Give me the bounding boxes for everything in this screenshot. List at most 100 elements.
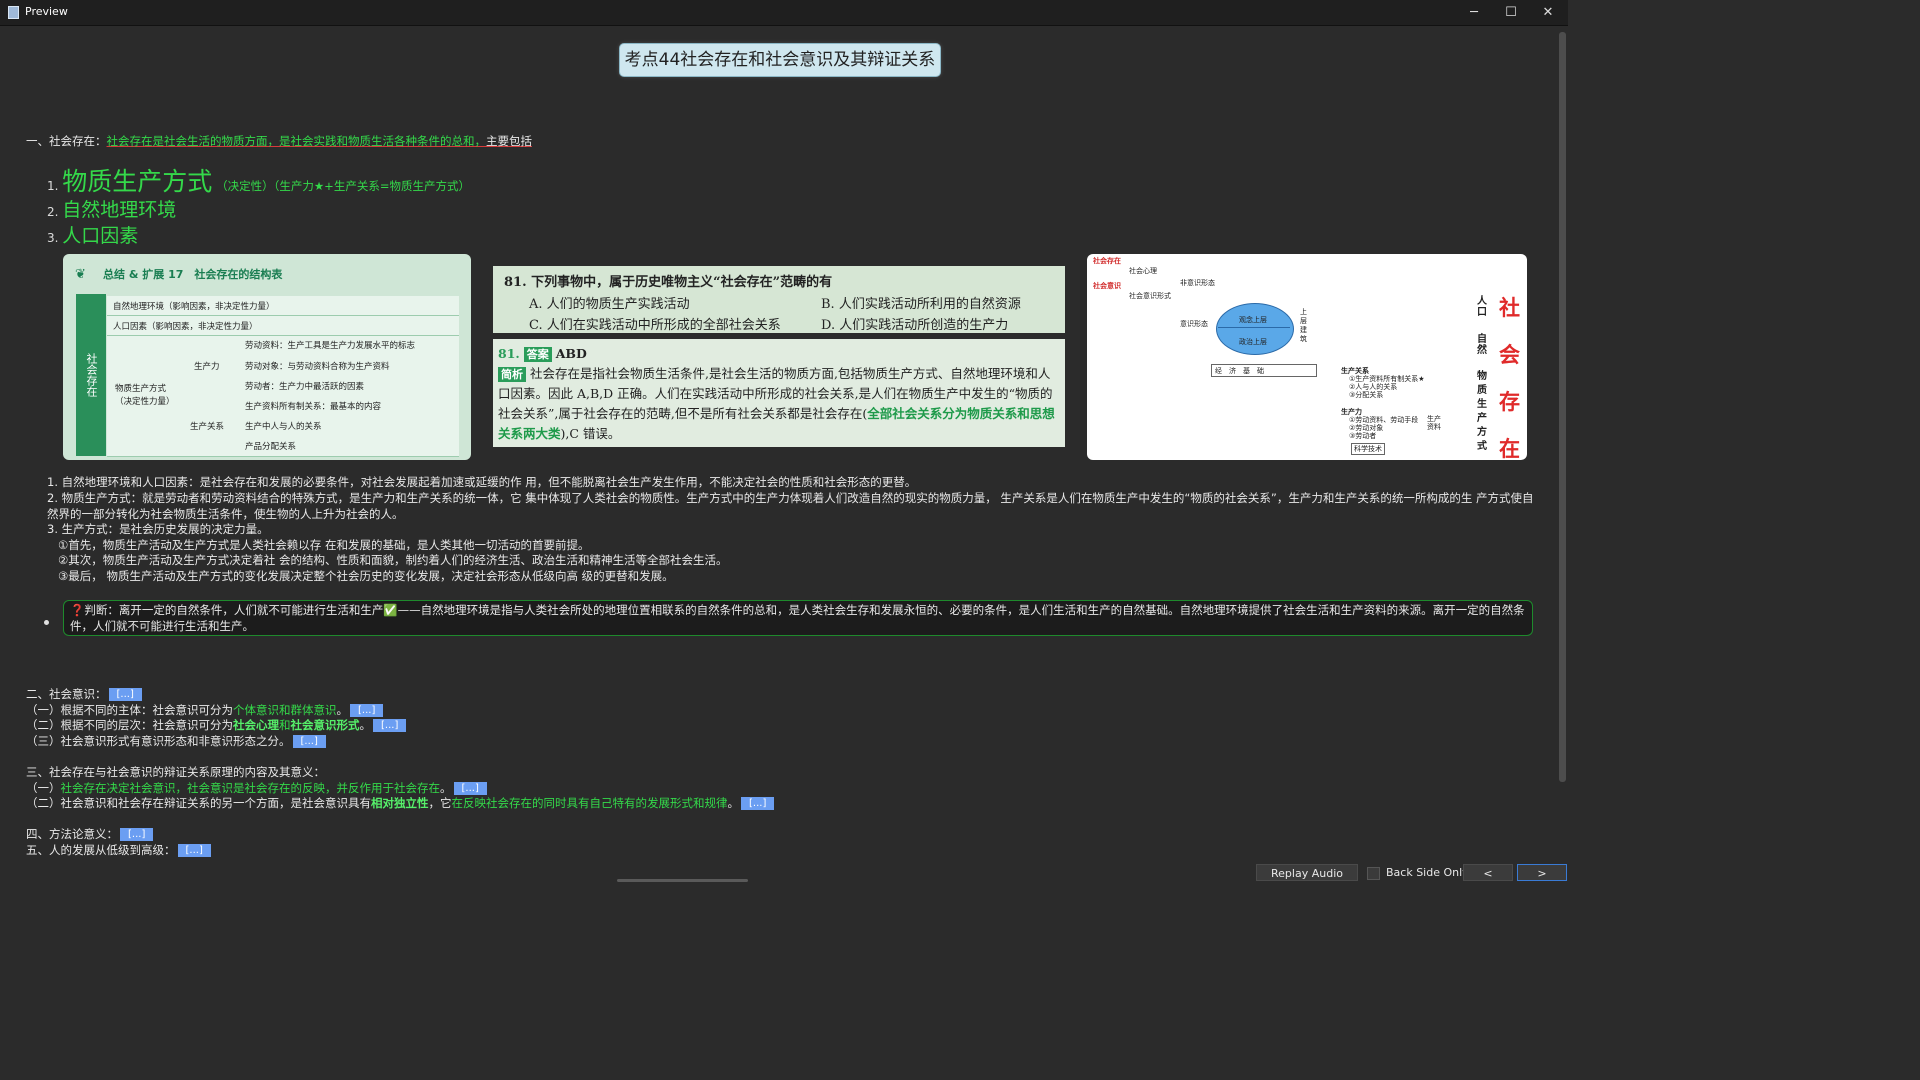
table-cell: 生产力 [194, 362, 220, 372]
diagram-label: 社会意识形式 [1129, 292, 1171, 300]
leaf-icon: ❦ [75, 267, 86, 282]
diagram-big-char: 社 [1499, 296, 1520, 320]
table-title: 总结 & 扩展 17 社会存在的结构表 [103, 268, 283, 281]
section5-line: 五、人的发展从低级到高级： [...] [26, 842, 211, 858]
option-c: C. 人们在实践活动中所形成的全部社会关系 [529, 318, 781, 333]
back-side-only-label: Back Side Only [1386, 866, 1469, 879]
list-item-mode: 1. 物质生产方式 （决定性）（生产力★+生产关系=物质生产方式） [47, 162, 470, 198]
cloze-button[interactable]: [...] [120, 828, 154, 841]
diagram-label: 意识形态 [1180, 320, 1208, 328]
paragraph: 1. 自然地理环境和人口因素：是社会存在和发展的必要条件，对社会发展起着加速或延… [47, 475, 917, 489]
replay-audio-button[interactable]: Replay Audio [1256, 864, 1358, 881]
table-cell: 劳动资料：生产工具是生产力发展水平的标志 [245, 341, 416, 351]
section1-line: 一、社会存在：社会存在是社会生活的物质方面，是社会实践和物质生活各种条件的总和，… [26, 133, 532, 149]
table-cell: 生产资料所有制关系：最基本的内容 [245, 402, 382, 412]
check-icon: ✅ [383, 603, 398, 617]
diagram-label: 政治上层 [1239, 338, 1267, 346]
line-text: （二）根据不同的层次：社会意识可分为 [26, 718, 233, 732]
item-number: 2. [47, 205, 59, 219]
judge-label: 判断： [84, 603, 119, 617]
section1-label: 一、社会存在： [26, 134, 107, 148]
line-text: ，它 [428, 796, 452, 810]
next-button[interactable]: > [1517, 864, 1567, 881]
prev-button[interactable]: < [1463, 864, 1513, 881]
item-text: 自然地理环境 [62, 199, 177, 221]
cloze-button[interactable]: [...] [741, 797, 775, 810]
diagram-big-char: 存 [1499, 390, 1520, 414]
item-text: 物质生产方式 [62, 167, 213, 196]
section2-label: 二、社会意识： [26, 687, 107, 701]
structure-table-image: ❦ 总结 & 扩展 17 社会存在的结构表 社会存在 自然地理环境（影响因素，非… [63, 254, 471, 460]
list-item-environment: 2. 自然地理环境 [47, 195, 176, 222]
cloze-button[interactable]: [...] [373, 719, 407, 732]
table-cell: 自然地理环境（影响因素，非决定性力量） [113, 302, 275, 312]
question-mark-icon: ❓ [70, 603, 85, 617]
horizontal-scrollbar-thumb[interactable] [617, 879, 748, 882]
paragraph: ①首先，物质生产活动及生产方式是人类社会赖以存 在和发展的基础，是人类其他一切活… [58, 538, 590, 552]
table-cell: 生产关系 [190, 422, 225, 432]
scrollbar-thumb[interactable] [1559, 32, 1566, 782]
highlight-text: 社会心理 [233, 718, 279, 732]
analysis-end: ),C 错误。 [560, 426, 621, 441]
diagram-big-char: 在 [1499, 437, 1520, 461]
item-number: 3. [47, 231, 59, 245]
vertical-scrollbar[interactable] [1557, 26, 1568, 882]
section1-definition: 社会存在是社会生活的物质方面，是社会实践和物质生活各种条件的总和， [106, 134, 487, 148]
line-text: 五、人的发展从低级到高级： [26, 843, 176, 857]
page-title: 考点44社会存在和社会意识及其辩证关系 [619, 43, 941, 77]
highlight-text: 相对独立性 [371, 796, 429, 810]
section2-line3: （三）社会意识形式有意识形态和非意识形态之分。 [...] [26, 733, 326, 749]
section2-line: 二、社会意识： [...] [26, 686, 142, 702]
minimize-button[interactable]: ─ [1456, 0, 1492, 25]
item-text: 人口因素 [62, 225, 139, 247]
judge-box: ❓判断：离开一定的自然条件，人们就不可能进行生活和生产✅——自然地理环境是指与人… [63, 600, 1533, 636]
section2-line2: （二）根据不同的层次：社会意识可分为社会心理和社会意识形式。 [...] [26, 717, 407, 733]
section3-line1: （一）社会存在决定社会意识，社会意识是社会存在的反映，并反作用于社会存在。 [..… [26, 780, 487, 796]
cloze-button[interactable]: [...] [453, 782, 487, 795]
table-cell: 劳动对象：与劳动资料合称为生产资料 [245, 362, 390, 372]
maximize-button[interactable]: ☐ [1493, 0, 1529, 25]
line-text: （一）根据不同的主体：社会意识可分为 [26, 703, 233, 717]
app-icon [8, 6, 19, 19]
table-cell: 物质生产方式（决定性力量） [115, 384, 175, 407]
question-image: 81. 下列事物中，属于历史唯物主义“社会存在”范畴的有 A. 人们的物质生产实… [493, 266, 1065, 333]
highlight-text: 和 [279, 718, 291, 732]
bullet-dot [44, 620, 49, 625]
diagram-label: 生产资料 [1427, 415, 1441, 431]
answer-value: ABD [555, 346, 587, 361]
cloze-button[interactable]: [...] [350, 704, 384, 717]
line-text: （一） [26, 781, 61, 795]
diagram-big-char: 会 [1499, 343, 1520, 367]
table-cell: 生产中人与人的关系 [245, 422, 322, 432]
close-button[interactable]: ✕ [1530, 0, 1566, 25]
highlight-text: 社会存在决定社会意识，社会意识是社会存在的反映，并反作用于社会存在 [60, 781, 441, 795]
diagram-vertical-label: 物质生产方式 [1477, 371, 1487, 452]
diagram-label: 社会意识 [1093, 282, 1121, 290]
section2-line1: （一）根据不同的主体：社会意识可分为个体意识和群体意识。 [...] [26, 702, 384, 718]
cloze-button[interactable]: [...] [292, 735, 326, 748]
answer-tag: 答案 [523, 347, 552, 362]
line-text: 四、方法论意义： [26, 827, 118, 841]
window-title: Preview [25, 5, 68, 18]
cloze-button[interactable]: [...] [177, 844, 211, 857]
answer-number: 81. [498, 346, 520, 361]
diagram-label: 科学技术 [1351, 443, 1385, 455]
ellipse-divider [1218, 327, 1290, 328]
cloze-button[interactable]: [...] [108, 688, 142, 701]
diagram-label: 社会心理 [1129, 267, 1157, 275]
analysis-tag: 简析 [498, 367, 526, 382]
diagram-label: 社会存在 [1093, 257, 1121, 265]
paragraph: ②其次，物质生产活动及生产方式决定着社 会的结构、性质和面貌，制约着人们的经济生… [58, 553, 728, 567]
table-cell: 产品分配关系 [245, 442, 297, 452]
paragraph: ③最后， 物质生产活动及生产方式的变化发展决定整个社会历史的变化发展，决定社会形… [58, 569, 674, 583]
option-d: D. 人们实践活动所创造的生产力 [821, 318, 1009, 333]
line-text: （二）社会意识和社会存在辩证关系的另一个方面，是社会意识具有 [26, 796, 371, 810]
item-number: 1. [47, 179, 59, 193]
answer-body: 81. 答案 ABD 简析 社会存在是指社会物质生活条件,是社会生活的物质方面,… [498, 344, 1060, 444]
question-text: 81. 下列事物中，属于历史唯物主义“社会存在”范畴的有 [504, 275, 833, 290]
paragraph: 2. 物质生产方式：就是劳动者和劳动资料结合的特殊方式，是生产力和生产关系的统一… [47, 491, 1534, 521]
diagram-label: 非意识形态 [1180, 279, 1215, 287]
section4-line: 四、方法论意义： [...] [26, 826, 154, 842]
paragraph: 3. 生产方式：是社会历史发展的决定力量。 [47, 522, 269, 536]
back-side-only-checkbox[interactable] [1367, 867, 1380, 880]
